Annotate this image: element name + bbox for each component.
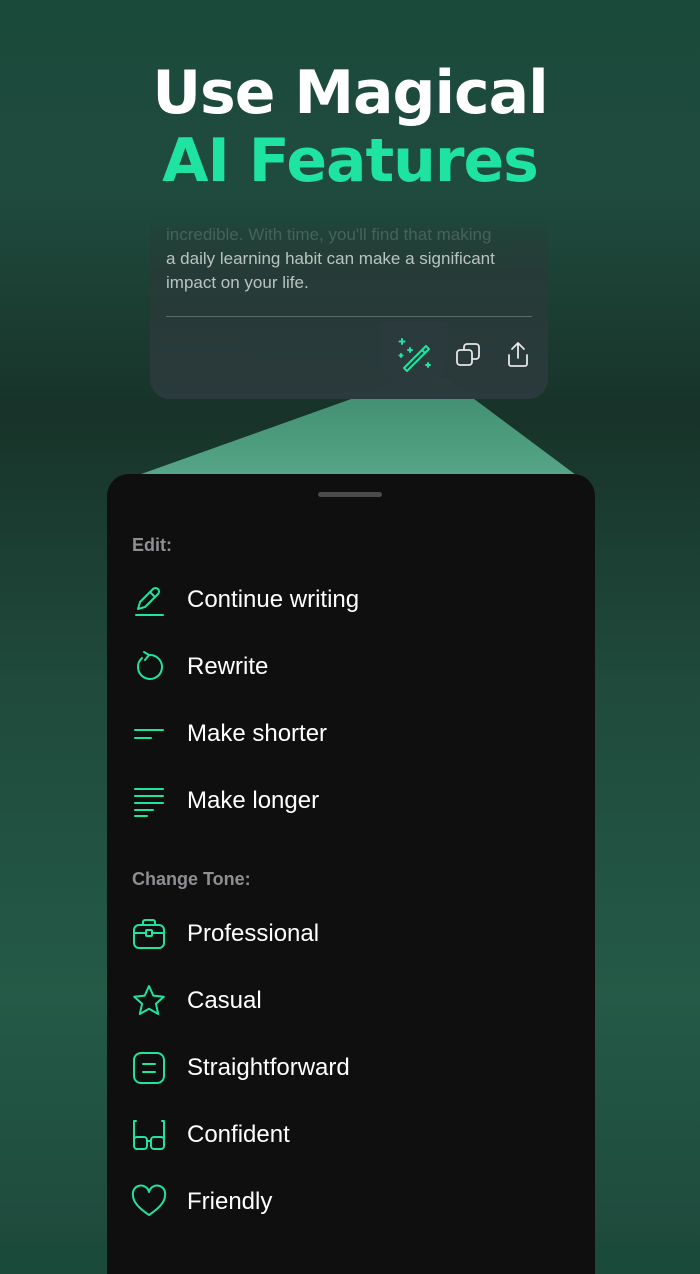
- copy-icon[interactable]: [453, 339, 485, 371]
- list-box-icon: [131, 1050, 167, 1086]
- menu-item-label: Professional: [187, 920, 320, 947]
- menu-item-label: Make shorter: [187, 720, 328, 747]
- editor-text: incredible. With time, you'll find that …: [166, 223, 536, 295]
- rotate-icon: [131, 649, 167, 685]
- menu-item-casual[interactable]: Casual: [131, 975, 571, 1027]
- menu-item-straightforward[interactable]: Straightforward: [131, 1042, 571, 1094]
- editor-card: incredible. With time, you'll find that …: [150, 215, 548, 399]
- sheet-handle[interactable]: [318, 492, 382, 497]
- short-lines-icon: [131, 716, 167, 752]
- editor-text-line: a daily learning habit can make a signif…: [166, 249, 495, 268]
- menu-item-label: Friendly: [187, 1188, 273, 1215]
- star-icon: [131, 983, 167, 1019]
- menu-item-make-shorter[interactable]: Make shorter: [131, 708, 571, 760]
- menu-item-rewrite[interactable]: Rewrite: [131, 641, 571, 693]
- heart-icon: [131, 1184, 167, 1220]
- long-lines-icon: [131, 783, 167, 819]
- glasses-icon: [131, 1117, 167, 1153]
- pencil-icon: [131, 582, 167, 618]
- menu-item-label: Continue writing: [187, 586, 360, 613]
- menu-item-continue-writing[interactable]: Continue writing: [131, 574, 571, 626]
- section-label-change-tone: Change Tone:: [132, 869, 251, 889]
- menu-item-confident[interactable]: Confident: [131, 1109, 571, 1161]
- menu-item-label: Make longer: [187, 787, 320, 814]
- briefcase-icon: [131, 916, 167, 952]
- headline-line1: Use Magical: [152, 58, 548, 128]
- menu-item-label: Casual: [187, 987, 262, 1014]
- section-label-edit: Edit:: [132, 535, 172, 555]
- divider: [166, 316, 532, 317]
- menu-item-label: Confident: [187, 1121, 290, 1148]
- editor-text-faded: incredible. With time, you'll find that …: [166, 225, 492, 244]
- magic-wand-icon: [398, 338, 431, 372]
- menu-item-label: Rewrite: [187, 653, 269, 680]
- menu-item-friendly[interactable]: Friendly: [131, 1176, 571, 1228]
- menu-item-label: Straightforward: [187, 1054, 350, 1081]
- ai-actions-sheet: Edit: Continue writing Rewrite Make shor…: [107, 474, 595, 1274]
- headline-line2: AI Features: [162, 126, 539, 196]
- magic-wand-button[interactable]: [381, 322, 447, 390]
- menu-item-make-longer[interactable]: Make longer: [131, 775, 571, 827]
- share-icon[interactable]: [502, 339, 534, 371]
- menu-item-professional[interactable]: Professional: [131, 908, 571, 960]
- editor-text-line: impact on your life.: [166, 273, 309, 292]
